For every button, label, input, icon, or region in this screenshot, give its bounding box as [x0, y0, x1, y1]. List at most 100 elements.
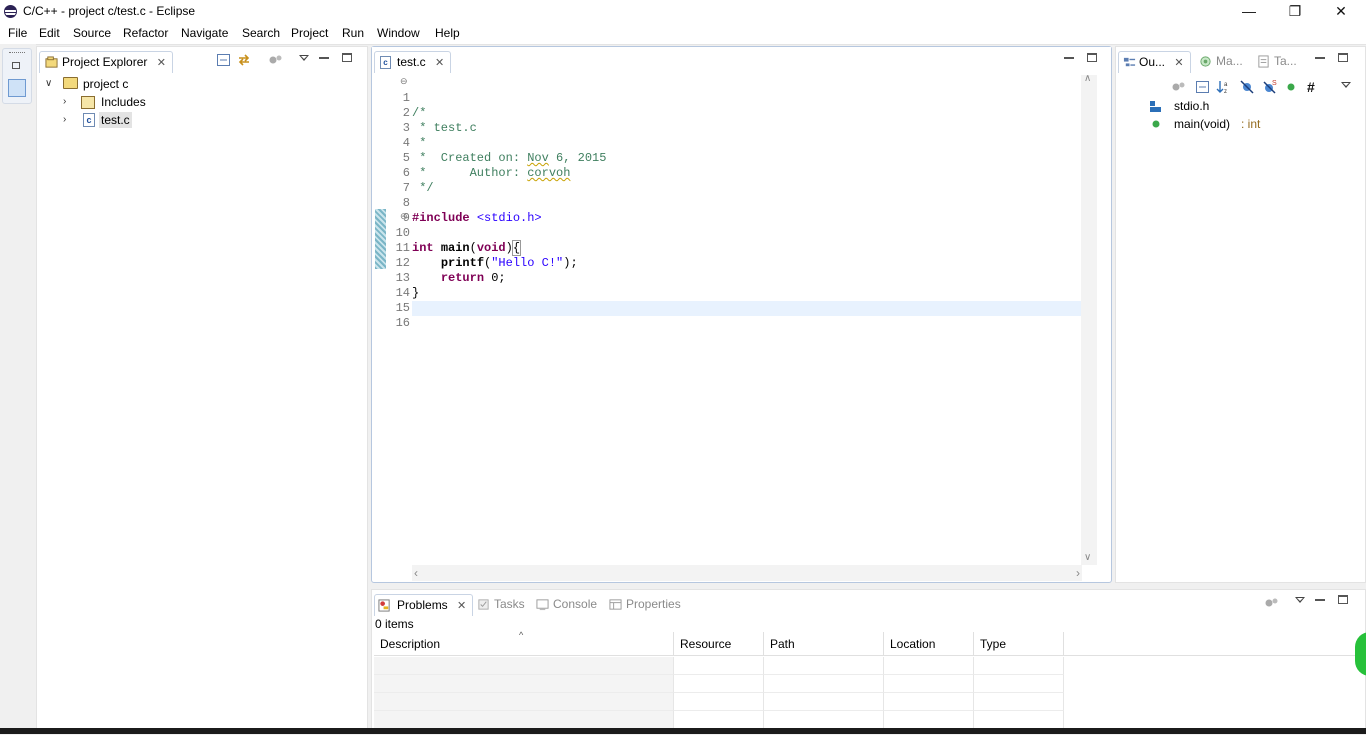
includes-icon [81, 96, 95, 109]
code-line-4: 4 * Created on: Nov 6, 2015 [386, 121, 607, 165]
fold-icon[interactable]: ⊖ [400, 210, 408, 225]
code-line-10: 10 ⊖ int main(void){ [386, 210, 522, 256]
collapsed-chevron-icon[interactable]: › [63, 111, 73, 125]
close-window-button[interactable]: ✕ [1318, 0, 1364, 22]
scroll-left-icon[interactable]: ‹ [414, 566, 418, 580]
column-filler [1064, 632, 1366, 656]
table-row [374, 711, 674, 729]
tab-tasks[interactable]: Ta... [1256, 51, 1297, 73]
minimize-button[interactable]: — [1226, 0, 1272, 22]
column-type[interactable]: Type [974, 632, 1064, 656]
close-tab-icon[interactable]: ✕ [435, 53, 444, 73]
hide-static-icon[interactable]: S [1262, 79, 1278, 95]
tab-make-targets[interactable]: Ma... [1198, 51, 1243, 73]
view-menu-chevron-icon[interactable] [1341, 82, 1351, 88]
horizontal-scrollbar[interactable]: ‹ › [412, 565, 1082, 581]
view-menu-chevron-icon[interactable] [299, 55, 309, 61]
project-explorer-view: Project Explorer ✕ ∨ project c › Include… [36, 46, 368, 734]
collapse-all-icon[interactable] [217, 54, 230, 66]
tab-label: test.c [397, 55, 426, 69]
tab-problems[interactable]: Problems ✕ [374, 594, 474, 616]
menu-window[interactable]: Window [377, 26, 420, 40]
vertical-scrollbar[interactable]: ∧ ∨ [1081, 73, 1097, 565]
column-resource[interactable]: Resource [674, 632, 764, 656]
close-tab-icon[interactable]: ✕ [157, 53, 166, 73]
menu-edit[interactable]: Edit [39, 26, 60, 40]
includes-label: Includes [101, 95, 146, 109]
fold-icon[interactable]: ⊖ [400, 75, 408, 90]
menu-file[interactable]: File [8, 26, 27, 40]
tab-outline[interactable]: Ou... ✕ [1118, 51, 1191, 73]
table-cell [974, 693, 1064, 711]
filter-icon[interactable] [1172, 81, 1186, 93]
minimize-view-icon[interactable] [1315, 57, 1325, 59]
tab-label: Problems [397, 598, 448, 612]
menu-source[interactable]: Source [73, 26, 111, 40]
restore-button[interactable]: ❐ [1272, 0, 1318, 22]
tasks-icon [478, 599, 489, 610]
maximize-view-icon[interactable] [1338, 53, 1348, 62]
minimize-view-icon[interactable] [1315, 599, 1325, 601]
column-label: Resource [680, 637, 732, 651]
menu-search[interactable]: Search [242, 26, 280, 40]
code-area[interactable]: 1 ⊖ /* 2 * test.c 3 * 4 * Created on: Nov… [375, 75, 1081, 565]
code-text: * Author: corvoh [412, 166, 571, 180]
table-cell [974, 675, 1064, 693]
project-explorer-mini-icon[interactable] [8, 79, 26, 97]
menu-project[interactable]: Project [291, 26, 328, 40]
collapsed-chevron-icon[interactable]: › [63, 93, 73, 107]
drag-grip-icon[interactable] [9, 52, 25, 55]
maximize-view-icon[interactable] [1338, 595, 1348, 604]
link-with-editor-icon[interactable] [237, 53, 251, 67]
column-path[interactable]: Path [764, 632, 884, 656]
table-cell [764, 693, 884, 711]
tab-test-c[interactable]: c test.c ✕ [374, 51, 452, 73]
menu-refactor[interactable]: Refactor [123, 26, 168, 40]
hide-fields-icon[interactable] [1240, 80, 1254, 94]
menu-run[interactable]: Run [342, 26, 364, 40]
view-filter-icon[interactable] [269, 54, 283, 66]
close-tab-icon[interactable]: ✕ [1174, 53, 1183, 73]
expanded-chevron-icon[interactable]: ∨ [45, 75, 55, 89]
hide-non-public-icon[interactable] [1286, 82, 1296, 92]
minimize-editor-icon[interactable] [1064, 57, 1074, 59]
close-tab-icon[interactable]: ✕ [457, 596, 466, 616]
menu-navigate[interactable]: Navigate [181, 26, 228, 40]
outline-type: : int [1241, 117, 1261, 131]
project-explorer-icon [45, 56, 58, 68]
tab-project-explorer[interactable]: Project Explorer ✕ [39, 51, 173, 73]
code-line-15: 15 [386, 286, 429, 315]
scroll-up-icon[interactable]: ∧ [1084, 73, 1091, 84]
menu-help[interactable]: Help [435, 26, 460, 40]
taskbar-strip [0, 728, 1366, 734]
restore-stack-icon[interactable] [12, 62, 20, 69]
group-macros-icon[interactable]: # [1306, 79, 1322, 95]
sort-icon[interactable]: az [1216, 79, 1232, 95]
minimize-view-icon[interactable] [319, 57, 329, 59]
svg-text:S: S [1272, 80, 1277, 87]
tab-properties[interactable]: Properties [608, 594, 681, 616]
code-line-3: 3 * [386, 106, 429, 150]
filter-icon[interactable] [1265, 597, 1279, 609]
table-row [374, 675, 674, 693]
maximize-editor-icon[interactable] [1087, 53, 1097, 62]
column-description[interactable]: Description ^ [374, 630, 674, 656]
console-icon [536, 599, 549, 611]
code-text: printf("Hello C!"); [440, 256, 578, 270]
scroll-down-icon[interactable]: ∨ [1084, 552, 1091, 563]
view-menu-chevron-icon[interactable] [1295, 597, 1305, 603]
column-location[interactable]: Location [884, 632, 974, 656]
tab-console[interactable]: Console [535, 594, 597, 616]
code-line-6: 6 */ [386, 151, 434, 195]
collapse-all-icon[interactable] [1196, 81, 1209, 93]
column-label: Type [980, 637, 1007, 651]
outline-label: stdio.h [1174, 99, 1210, 113]
code-text: #include <stdio.h> [412, 211, 542, 225]
scroll-right-icon[interactable]: › [1076, 566, 1080, 580]
tab-label: Console [553, 597, 598, 611]
function-icon [1152, 120, 1160, 128]
table-cell [974, 657, 1064, 675]
maximize-view-icon[interactable] [342, 53, 352, 62]
tab-tasks-bottom[interactable]: Tasks [476, 594, 525, 616]
floating-widget[interactable] [1355, 632, 1366, 676]
